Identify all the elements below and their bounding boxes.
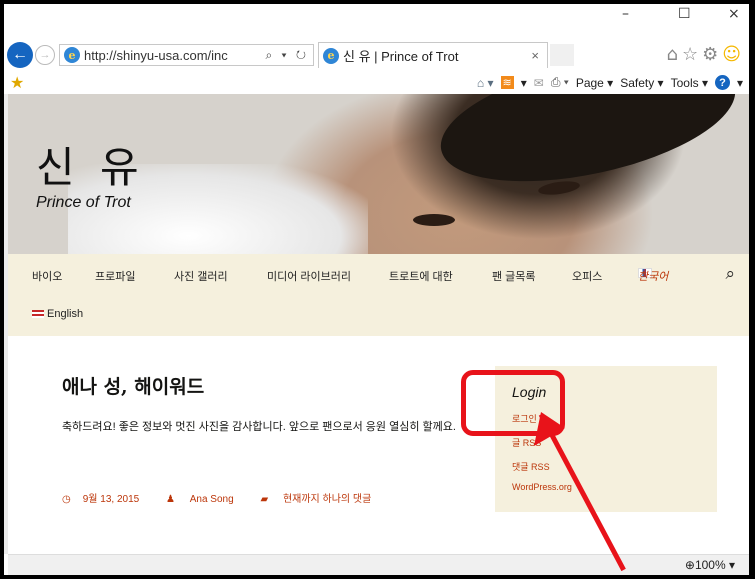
wordpress-link[interactable]: WordPress.org: [512, 482, 572, 492]
post-body: 축하드려요! 좋은 정보와 멋진 사진을 감사합니다. 앞으로 팬으로서 응원 …: [62, 421, 456, 433]
nav-item-profile[interactable]: 프로파일: [95, 268, 135, 284]
site-title[interactable]: 신 유: [36, 134, 145, 195]
address-bar[interactable]: e http://shinyu-usa.com/inc ⌕ ▾ ↻: [59, 44, 314, 66]
post-meta: ◷ 9월 13, 2015 ♟ Ana Song ▰ 현재까지 하나의 댓글: [62, 490, 395, 505]
comments-rss-link[interactable]: 댓글 RSS: [512, 460, 550, 473]
browser-window: – ☐ × ← → e http://shinyu-usa.com/inc ⌕ …: [4, 4, 749, 575]
tools-menu[interactable]: Tools ▾: [671, 76, 708, 90]
zoom-icon: ⊕: [684, 558, 695, 572]
safety-menu[interactable]: Safety ▾: [620, 76, 663, 90]
print-icon[interactable]: ⎙ ▾: [551, 75, 569, 90]
home-icon[interactable]: ⌂ ▾: [477, 76, 494, 90]
nav-item-gallery[interactable]: 사진 갤러리: [174, 268, 228, 284]
help-icon[interactable]: ?: [714, 75, 730, 90]
header-banner[interactable]: 신 유 Prince of Trot: [8, 94, 749, 254]
post-date-text: 9월 13, 2015: [82, 494, 140, 505]
nav-korean-label: 한국어: [638, 271, 669, 283]
help-dropdown-icon[interactable]: ▾: [737, 76, 743, 90]
zoom-level: 100%: [694, 558, 726, 572]
content-area: 애나 성, 해이워드 축하드려요! 좋은 정보와 멋진 사진을 감사합니다. 앞…: [8, 336, 749, 554]
banner-eye-shape: [537, 179, 581, 197]
post-comments-text: 현재까지 하나의 댓글: [282, 494, 372, 505]
tab-title: 신 유 | Prince of Trot: [343, 49, 459, 64]
nav-item-fan-posts[interactable]: 팬 글목록: [492, 268, 536, 284]
home-favorites-settings-icons[interactable]: ⌂☆⚙: [667, 44, 723, 65]
forward-button[interactable]: →: [35, 45, 55, 65]
clock-icon: ◷: [62, 494, 71, 505]
site-tagline: Prince of Trot: [36, 194, 131, 211]
minimize-button[interactable]: –: [622, 6, 629, 22]
tab-close-icon[interactable]: ×: [531, 48, 539, 63]
browser-chrome: – ☐ × ← → e http://shinyu-usa.com/inc ⌕ …: [4, 4, 749, 94]
user-icon: ♟: [165, 494, 175, 505]
page-menu[interactable]: Page ▾: [576, 76, 613, 90]
comment-icon: ▰: [260, 494, 269, 505]
banner-eye-shape: [413, 214, 455, 226]
favorites-star-icon[interactable]: ★: [10, 73, 24, 93]
ie-page-icon: e: [64, 47, 80, 63]
post-title[interactable]: 애나 성, 해이워드: [62, 372, 204, 399]
browser-tab[interactable]: e 신 유 | Prince of Trot ×: [318, 42, 548, 68]
nav-item-bio[interactable]: 바이오: [32, 268, 62, 284]
nav-item-media[interactable]: 미디어 라이브러리: [267, 268, 351, 284]
banner-hair-shape: [429, 94, 747, 204]
nav-item-office[interactable]: 오피스: [572, 268, 602, 284]
us-flag-icon: [32, 310, 44, 319]
tab-ie-icon: e: [323, 47, 339, 64]
address-url[interactable]: http://shinyu-usa.com/inc: [84, 48, 261, 63]
back-button[interactable]: ←: [7, 42, 33, 68]
post-date[interactable]: ◷ 9월 13, 2015: [62, 494, 151, 505]
zoom-control[interactable]: ⊕100% ▾: [685, 558, 735, 572]
entries-rss-link[interactable]: 글 RSS: [512, 436, 541, 449]
toolbar-right-icons[interactable]: ⌂☆⚙☺: [667, 44, 745, 65]
back-arrow-icon: ←: [12, 46, 28, 63]
mail-icon[interactable]: ✉: [534, 76, 544, 90]
nav-item-english[interactable]: English: [32, 308, 83, 320]
post-comments[interactable]: ▰ 현재까지 하나의 댓글: [260, 494, 383, 505]
smiley-feedback-icon[interactable]: ☺: [722, 44, 745, 65]
post-author-text: Ana Song: [189, 494, 234, 505]
close-window-button[interactable]: ×: [728, 6, 740, 22]
nav-english-label: English: [47, 308, 84, 320]
forward-arrow-icon: →: [39, 49, 51, 61]
main-navigation: 바이오 프로파일 사진 갤러리 미디어 라이브러리 트로트에 대한 팬 글목록 …: [8, 254, 749, 336]
rss-icon[interactable]: ≋: [500, 76, 514, 89]
new-tab-button[interactable]: [550, 44, 574, 66]
rss-dropdown-icon[interactable]: ▾: [521, 76, 527, 90]
search-icon[interactable]: ⌕: [725, 264, 735, 284]
address-tools[interactable]: ⌕ ▾ ↻: [261, 48, 313, 63]
command-bar: ★ ⌂ ▾ ≋ ▾ ✉ ⎙ ▾ Page ▾ Safety ▾ Tools ▾ ?…: [4, 72, 749, 92]
maximize-button[interactable]: ☐: [678, 6, 691, 22]
post-author[interactable]: ♟ Ana Song: [166, 494, 246, 505]
nav-item-trot[interactable]: 트로트에 대한: [389, 268, 453, 284]
status-bar: ⊕100% ▾: [8, 554, 749, 575]
